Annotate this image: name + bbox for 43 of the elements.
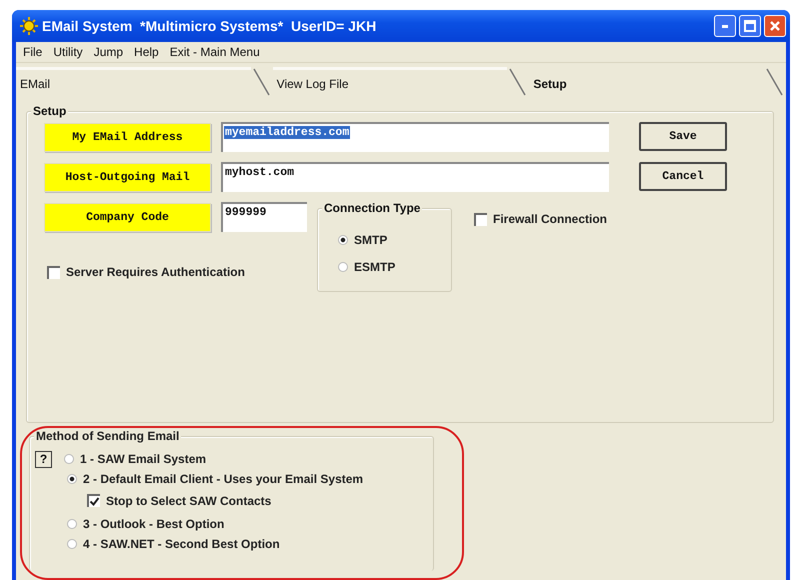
menu-item[interactable]: Help (133, 45, 160, 59)
checkbox[interactable] (474, 212, 487, 226)
radio-label: SMTP (354, 233, 388, 247)
radio-label: ESMTP (354, 260, 396, 274)
close-button[interactable] (764, 15, 786, 37)
action-button[interactable]: Cancel (639, 162, 727, 191)
menu-item[interactable]: Exit - Main Menu (168, 45, 261, 59)
minimize-icon (722, 24, 728, 28)
radio-label: 3 - Outlook - Best Option (83, 517, 224, 531)
radio-button[interactable] (67, 539, 77, 549)
radio-label: 1 - SAW Email System (80, 452, 206, 466)
radio-label: 2 - Default Email Client - Uses your Email System (83, 472, 364, 486)
input-field[interactable]: myemailaddress.com (221, 122, 609, 152)
checkbox-label: Firewall Connection (493, 212, 608, 226)
input-field[interactable]: 999999 (221, 202, 307, 232)
input-field[interactable]: myhost.com (221, 162, 609, 192)
radio-label: 4 - SAW.NET - Second Best Option (83, 537, 280, 551)
radio-button[interactable] (67, 519, 77, 529)
field-label: My EMail Address (44, 122, 211, 152)
menu-item[interactable]: Utility (52, 45, 84, 59)
checkbox[interactable] (47, 266, 60, 278)
menu-item[interactable]: File (22, 45, 44, 59)
sun-icon (20, 17, 38, 35)
radio-button[interactable] (338, 235, 348, 245)
radio-button[interactable] (338, 262, 348, 272)
menu-item[interactable]: Jump (92, 45, 124, 59)
maximize-icon (744, 20, 756, 32)
checkbox[interactable] (87, 494, 100, 507)
field-label: Host-Outgoing Mail (44, 162, 211, 192)
group-title: Setup (31, 104, 68, 118)
group-title: Method of Sending Email (34, 429, 182, 443)
window-title: EMail System *Multimicro Systems* UserID= JKH (42, 18, 378, 34)
close-icon (769, 20, 781, 32)
checkbox-label: Server Requires Authentication (66, 265, 245, 279)
radio-button[interactable] (64, 454, 74, 464)
action-button[interactable]: Save (639, 122, 727, 151)
radio-button[interactable] (67, 474, 77, 484)
help-button[interactable]: ? (35, 450, 52, 468)
field-label: Company Code (44, 202, 211, 232)
checkbox-label: Stop to Select SAW Contacts (106, 494, 272, 508)
minimize-button[interactable] (714, 15, 736, 37)
maximize-button[interactable] (739, 15, 761, 37)
group-title: Connection Type (322, 201, 422, 215)
